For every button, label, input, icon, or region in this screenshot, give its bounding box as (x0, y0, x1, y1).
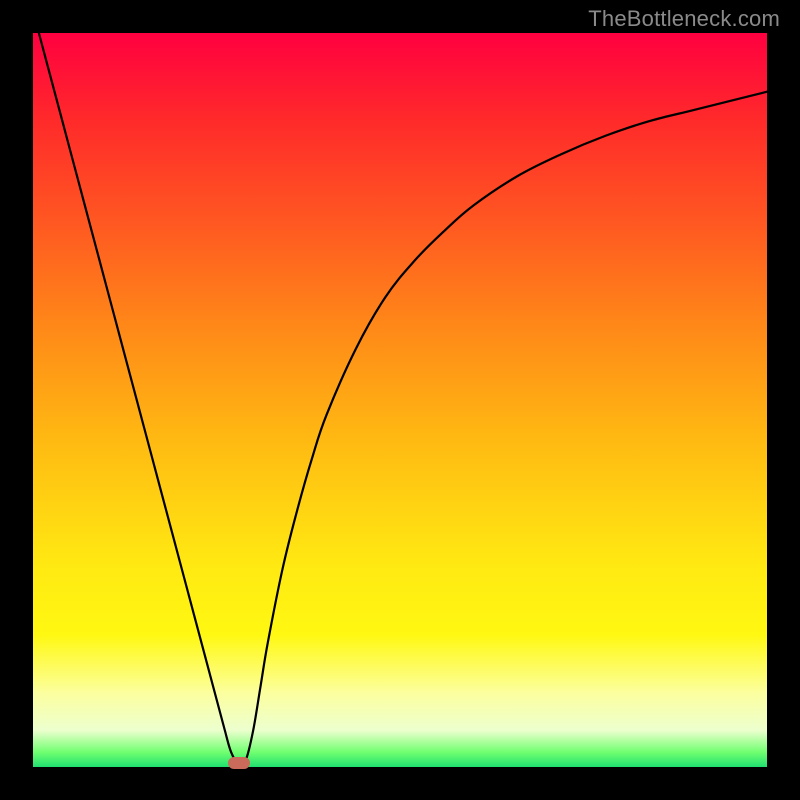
minimum-marker (228, 757, 250, 769)
plot-area (33, 33, 767, 767)
chart-container: TheBottleneck.com (0, 0, 800, 800)
bottleneck-curve (33, 33, 767, 767)
watermark-text: TheBottleneck.com (588, 6, 780, 32)
